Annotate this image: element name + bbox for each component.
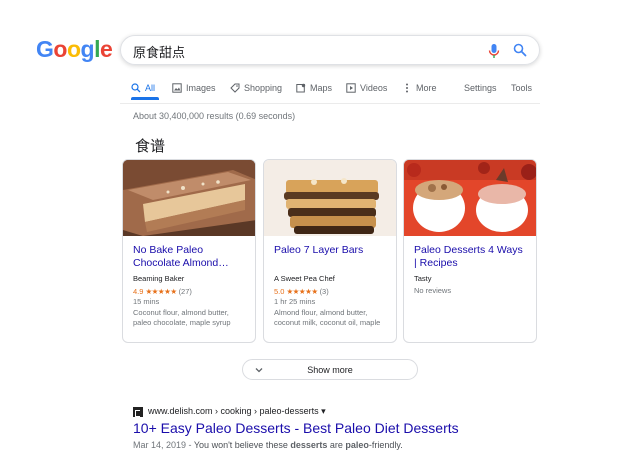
recipe-title[interactable]: Paleo Desserts 4 Ways | Recipes bbox=[414, 244, 526, 270]
recipe-source: A Sweet Pea Chef bbox=[274, 274, 335, 283]
review-count: (27) bbox=[178, 287, 192, 296]
tab-shopping[interactable]: Shopping bbox=[230, 81, 282, 95]
tab-label: Shopping bbox=[244, 83, 283, 93]
rating-value: 4.9 bbox=[133, 287, 144, 296]
logo-letter: g bbox=[80, 36, 95, 62]
result-date: Mar 14, 2019 - bbox=[133, 440, 194, 450]
google-logo[interactable]: Google bbox=[36, 36, 113, 63]
result-snippet: Mar 14, 2019 - You won't believe these d… bbox=[133, 440, 403, 450]
tab-tools[interactable]: Tools bbox=[511, 81, 532, 95]
tab-settings[interactable]: Settings bbox=[464, 81, 497, 95]
recipe-title[interactable]: Paleo 7 Layer Bars bbox=[274, 244, 386, 257]
snippet-text: -friendly. bbox=[368, 440, 403, 450]
search-tabs: All Images Shopping Maps Videos More Set… bbox=[131, 81, 626, 103]
recipe-card[interactable]: Paleo Desserts 4 Ways | Recipes Tasty No… bbox=[403, 159, 537, 343]
tab-label: Tools bbox=[511, 83, 533, 93]
logo-letter: o bbox=[66, 36, 81, 62]
search-icon[interactable] bbox=[513, 43, 527, 57]
star-icon: ★★★★★ bbox=[145, 287, 177, 296]
tab-label: Maps bbox=[310, 83, 333, 93]
result-title-link[interactable]: 10+ Easy Paleo Desserts - Best Paleo Die… bbox=[133, 420, 459, 436]
show-more-label: Show more bbox=[307, 365, 353, 375]
recipe-source: Beaming Baker bbox=[133, 274, 185, 283]
tabs-divider bbox=[120, 103, 540, 104]
tab-label: Settings bbox=[464, 83, 497, 93]
recipe-image bbox=[123, 160, 255, 236]
tab-label: More bbox=[416, 83, 437, 93]
snippet-text: are bbox=[327, 440, 346, 450]
snippet-bold: desserts bbox=[290, 440, 328, 450]
tab-all[interactable]: All bbox=[131, 81, 155, 95]
favicon-icon bbox=[133, 406, 143, 417]
active-tab-indicator bbox=[131, 97, 159, 100]
tab-images[interactable]: Images bbox=[172, 81, 216, 95]
recipe-time: 1 hr 25 mins bbox=[274, 297, 316, 306]
tab-maps[interactable]: Maps bbox=[296, 81, 332, 95]
tab-label: All bbox=[145, 83, 156, 93]
star-icon: ★★★★★ bbox=[286, 287, 318, 296]
search-input[interactable]: 原食甜点 bbox=[133, 42, 185, 61]
search-box[interactable]: 原食甜点 bbox=[120, 35, 540, 65]
result-stats: About 30,400,000 results (0.69 seconds) bbox=[133, 111, 296, 121]
recipe-source: Tasty bbox=[414, 274, 432, 283]
map-icon bbox=[296, 83, 306, 93]
video-icon bbox=[346, 83, 356, 93]
result-url-text: www.delish.com › cooking › paleo-dessert… bbox=[148, 406, 326, 416]
mic-icon[interactable] bbox=[487, 43, 501, 59]
recipe-image bbox=[404, 160, 536, 236]
more-vert-icon bbox=[406, 83, 408, 93]
no-reviews-label: No reviews bbox=[414, 286, 452, 295]
show-more-button[interactable]: Show more bbox=[242, 359, 418, 380]
rating-value: 5.0 bbox=[274, 287, 285, 296]
logo-letter: G bbox=[36, 36, 54, 62]
search-icon bbox=[131, 83, 141, 93]
recipe-rating: 4.9 ★★★★★ (27) bbox=[133, 287, 245, 296]
tab-label: Images bbox=[186, 83, 216, 93]
recipe-ingredients: Almond flour, almond butter, coconut mil… bbox=[274, 308, 381, 327]
tab-label: Videos bbox=[360, 83, 388, 93]
recipe-image bbox=[264, 160, 396, 236]
tab-videos[interactable]: Videos bbox=[346, 81, 387, 95]
recipe-card[interactable]: No Bake Paleo Chocolate Almond… Beaming … bbox=[122, 159, 256, 343]
review-count: (3) bbox=[319, 287, 329, 296]
tab-more[interactable]: More bbox=[402, 81, 437, 95]
tag-icon bbox=[230, 83, 240, 93]
recipe-time: 15 mins bbox=[133, 297, 160, 306]
recipes-heading: 食谱 bbox=[135, 137, 166, 155]
recipe-card[interactable]: Paleo 7 Layer Bars A Sweet Pea Chef 5.0 … bbox=[263, 159, 397, 343]
snippet-bold: paleo bbox=[345, 440, 369, 450]
result-url[interactable]: www.delish.com › cooking › paleo-dessert… bbox=[133, 406, 326, 417]
recipe-title[interactable]: No Bake Paleo Chocolate Almond… bbox=[133, 244, 245, 270]
image-icon bbox=[172, 83, 182, 93]
recipe-rating: 5.0 ★★★★★ (3) bbox=[274, 287, 386, 296]
snippet-text: You won't believe these bbox=[193, 440, 291, 450]
logo-letter: o bbox=[53, 36, 67, 62]
logo-letter: e bbox=[99, 36, 113, 62]
recipe-ingredients: Coconut flour, almond butter, paleo choc… bbox=[133, 308, 231, 327]
